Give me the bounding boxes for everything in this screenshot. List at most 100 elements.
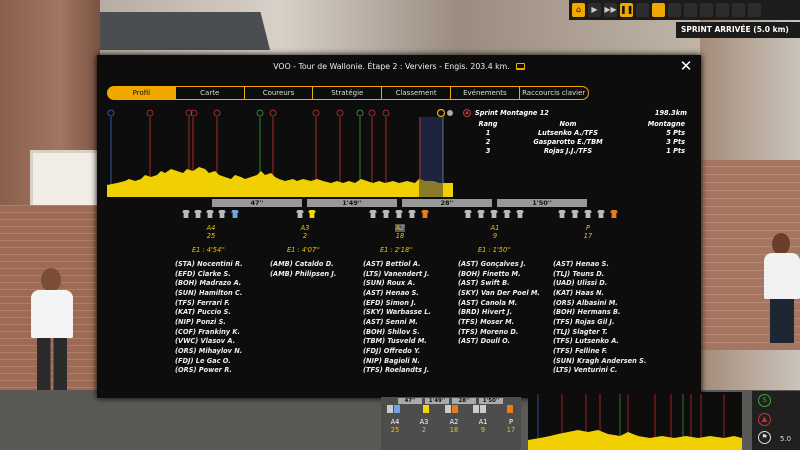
mini-count: 25 <box>390 426 400 434</box>
rider-name[interactable]: (TFS) Lutsenko A. <box>553 337 646 347</box>
rider-name[interactable]: (SUN) Hamilton C. <box>175 289 243 299</box>
tab-evenements[interactable]: Evénements <box>450 86 520 100</box>
group-label[interactable]: A1 <box>480 224 510 232</box>
spectator-left <box>27 268 79 392</box>
rider-name[interactable]: (BOH) Hermans B. <box>553 308 646 318</box>
rider-name[interactable]: (STA) Nocentini R. <box>175 260 243 270</box>
weather-icon[interactable] <box>716 3 729 17</box>
rider-name[interactable]: (BRD) Hivert J. <box>458 308 540 318</box>
tv-icon[interactable] <box>515 62 525 70</box>
rider-name[interactable]: (AST) Senni M. <box>363 318 431 328</box>
fast-forward-icon[interactable]: ▶▶ <box>604 3 617 17</box>
rider-name[interactable]: (AST) Gonçalves J. <box>458 260 540 270</box>
rider-name[interactable]: (AST) Henao S. <box>363 289 431 299</box>
rider-name[interactable]: (KAT) Puccio S. <box>175 308 243 318</box>
rider-name[interactable]: (ORS) Power R. <box>175 366 243 376</box>
rider-name[interactable]: (VWC) Vlasov A. <box>175 337 243 347</box>
group-label[interactable]: P <box>573 224 603 232</box>
tab-profil[interactable]: Profil <box>107 86 176 100</box>
rider-name[interactable]: (FDJ) Le Gac O. <box>175 357 243 367</box>
gap-bar: 28'' <box>402 199 492 207</box>
camera-icon[interactable] <box>636 3 649 17</box>
pause-icon[interactable]: ❚❚ <box>620 3 633 17</box>
rider-name[interactable]: (BOH) Shilov S. <box>363 328 431 338</box>
tab-coureurs[interactable]: Coureurs <box>244 86 314 100</box>
rider-name[interactable]: (AST) Swift B. <box>458 279 540 289</box>
rider-name[interactable]: (SUN) Kragh Andersen S. <box>553 357 646 367</box>
rider-name[interactable]: (TFS) Moreno D. <box>458 328 540 338</box>
rider-name[interactable]: (KAT) Haas N. <box>553 289 646 299</box>
rider-name[interactable]: (NIP) Bagioli N. <box>363 357 431 367</box>
rider-name[interactable]: (BOH) Finetto M. <box>458 270 540 280</box>
rider-name[interactable]: (EFD) Clarke S. <box>175 270 243 280</box>
rider-name[interactable]: (AMB) Philipsen J. <box>270 270 336 280</box>
rider-name[interactable]: (AST) Bettiol A. <box>363 260 431 270</box>
rider-name[interactable]: (NIP) Ponzi S. <box>175 318 243 328</box>
rider-name[interactable]: (EFD) Simon J. <box>363 299 431 309</box>
close-icon[interactable]: ✕ <box>679 59 693 74</box>
settings-icon[interactable] <box>732 3 745 17</box>
sprint-icon[interactable]: S <box>758 394 771 407</box>
group-label[interactable]: A4 <box>196 224 226 232</box>
rider-list: (AMB) Cataldo D. (AMB) Philipsen J. <box>270 260 336 279</box>
tab-carte[interactable]: Carte <box>175 86 245 100</box>
rider-name[interactable]: (AST) Canola M. <box>458 299 540 309</box>
rider-name[interactable]: (ORS) Mihaylov N. <box>175 347 243 357</box>
rider-name[interactable]: (TLJ) Slagter T. <box>553 328 646 338</box>
home-icon[interactable]: ⌂ <box>572 3 585 17</box>
rider-name[interactable]: (TFS) Moser M. <box>458 318 540 328</box>
rider-name[interactable]: (AMB) Cataldo D. <box>270 260 336 270</box>
finish-flag-icon[interactable]: ⚑ <box>758 431 771 444</box>
group-label[interactable]: A2 <box>385 224 415 232</box>
bike-alt-icon[interactable] <box>700 3 713 17</box>
rider-name[interactable]: (LTS) Vanendert J. <box>363 270 431 280</box>
rider-name[interactable]: (FDJ) Offredo Y. <box>363 347 431 357</box>
bike-icon[interactable] <box>684 3 697 17</box>
group-label[interactable]: A3 <box>290 224 320 232</box>
rider-name[interactable]: (AST) Doull O. <box>458 337 540 347</box>
play-icon[interactable]: ▶ <box>588 3 601 17</box>
rider-name[interactable]: (SUN) Roux A. <box>363 279 431 289</box>
tab-classement[interactable]: Classement <box>382 86 451 100</box>
close-game-icon[interactable] <box>748 3 761 17</box>
distance-remaining: 5.0 <box>780 435 792 443</box>
rider-name[interactable]: (LTS) Venturini C. <box>553 366 646 376</box>
group-time: E1 : 4'07'' <box>287 246 320 254</box>
rider-name[interactable]: (TFS) Rojas Gil J. <box>553 318 646 328</box>
eye-icon[interactable] <box>652 3 665 17</box>
rider-name[interactable]: (TFS) Felline F. <box>553 347 646 357</box>
row-name: Lutsenko A./TFS <box>537 129 598 137</box>
rider-name[interactable]: (SKY) Van Der Poel M. <box>458 289 540 299</box>
rider-name[interactable]: (ORS) Albasini M. <box>553 299 646 309</box>
mini-profile[interactable] <box>528 392 742 450</box>
dialog-title: VOO - Tour de Wallonie. Étape 2 : Vervie… <box>273 61 510 71</box>
row-rank: 1 <box>485 129 491 137</box>
riders-icon[interactable] <box>668 3 681 17</box>
row-rank: 2 <box>485 138 491 146</box>
rider-name[interactable]: (COF) Frankiny K. <box>175 328 243 338</box>
mountain-icon[interactable]: ▲ <box>758 413 771 426</box>
dialog-header: VOO - Tour de Wallonie. Étape 2 : Vervie… <box>97 55 701 77</box>
rider-name[interactable]: (TLJ) Teuns D. <box>553 270 646 280</box>
side-hud: S ▲ ⚑ 5.0 <box>752 391 800 450</box>
rider-name[interactable]: (SKY) Warbasse L. <box>363 308 431 318</box>
jersey-icon <box>206 210 214 218</box>
gap-bar: 1'50'' <box>497 199 587 207</box>
rider-name[interactable]: (TFS) Roelandts J. <box>363 366 431 376</box>
stage-profile[interactable] <box>107 109 453 197</box>
mini-count: 9 <box>480 426 486 434</box>
jersey-icon <box>503 210 511 218</box>
group-time: E1 : 2'18'' <box>380 246 413 254</box>
jersey-icon <box>516 210 524 218</box>
rider-name[interactable]: (TBM) Tusveld M. <box>363 337 431 347</box>
rider-list: (AST) Gonçalves J. (BOH) Finetto M. (AST) … <box>458 260 540 347</box>
rider-name[interactable]: (TFS) Ferrari F. <box>175 299 243 309</box>
tab-strategie[interactable]: Stratégie <box>313 86 383 100</box>
mini-groups[interactable]: 47'' 1'49'' 28'' 1'50'' A4 25 A3 2 A2 18… <box>381 397 521 450</box>
tab-raccourcis[interactable]: Raccourcis clavier <box>519 86 589 100</box>
rider-name[interactable]: (BOH) Madrazo A. <box>175 279 243 289</box>
group-time: E1 : 1'50'' <box>478 246 511 254</box>
rider-name[interactable]: (UAD) Ulissi D. <box>553 279 646 289</box>
mini-gap: 1'50'' <box>479 398 503 404</box>
rider-name[interactable]: (AST) Henao S. <box>553 260 646 270</box>
